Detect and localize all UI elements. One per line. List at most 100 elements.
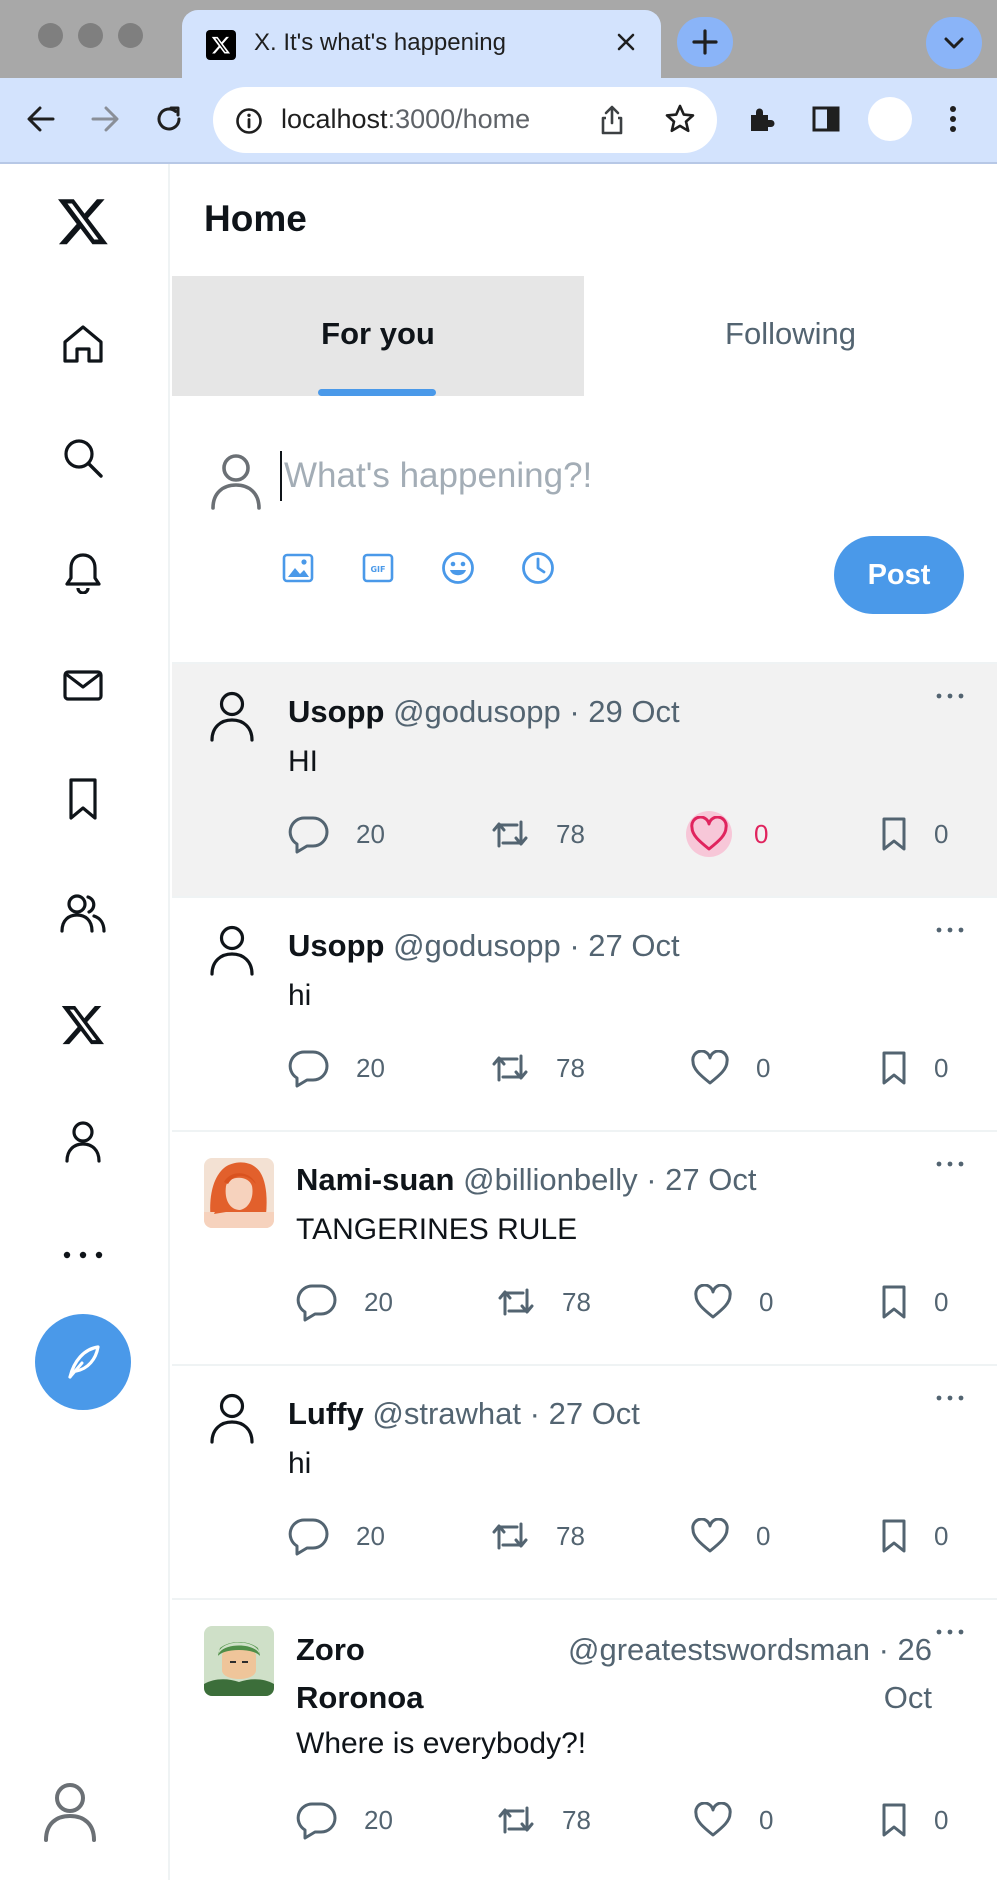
- sidebar-item-messages[interactable]: [53, 655, 113, 715]
- bookmark-button[interactable]: 0: [880, 812, 948, 856]
- browser-menu-button[interactable]: [933, 99, 973, 139]
- sidebar-item-more[interactable]: [53, 1225, 113, 1285]
- sidebar-item-explore[interactable]: [53, 428, 113, 488]
- repost-icon: [498, 1288, 534, 1316]
- add-media-button[interactable]: [278, 548, 318, 588]
- like-button[interactable]: 0: [690, 1046, 770, 1090]
- repost-button[interactable]: 78: [496, 1798, 591, 1842]
- repost-button[interactable]: 78: [490, 1514, 585, 1558]
- repost-button[interactable]: 78: [490, 1046, 585, 1090]
- bookmark-button[interactable]: 0: [880, 1514, 948, 1558]
- sidebar-item-notifications[interactable]: [53, 542, 113, 602]
- star-icon[interactable]: [664, 103, 696, 135]
- bookmark-button[interactable]: 0: [880, 1798, 948, 1842]
- tweet-more-button[interactable]: [933, 1622, 967, 1642]
- tweet-more-button[interactable]: [933, 920, 967, 940]
- tweet-author-name[interactable]: Zoro Roronoa: [296, 1626, 423, 1722]
- tweet-avatar[interactable]: [208, 690, 256, 747]
- sidebar-item-premium[interactable]: [53, 997, 113, 1057]
- tweet-avatar[interactable]: [208, 1392, 256, 1449]
- tweet-text: TANGERINES RULE: [296, 1213, 578, 1246]
- like-button[interactable]: 0: [693, 1798, 773, 1842]
- more-horizontal-icon: [936, 927, 964, 933]
- post-button[interactable]: Post: [834, 536, 964, 614]
- tweet[interactable]: Luffy @strawhat · 27 Oct hi 20 78 0 0: [172, 1366, 997, 1600]
- tweet-handle-date[interactable]: @greatestswordsman · 26 Oct: [512, 1626, 932, 1722]
- bookmark-button[interactable]: 0: [880, 1046, 948, 1090]
- extensions-button[interactable]: [742, 99, 782, 139]
- tweet-handle[interactable]: @billionbelly: [463, 1162, 638, 1197]
- bookmark-icon: [882, 1051, 906, 1085]
- info-icon[interactable]: [235, 107, 263, 135]
- sidebar-item-profile[interactable]: [53, 1111, 113, 1171]
- window-minimize-dot[interactable]: [78, 23, 103, 48]
- tweet-text: Where is everybody?!: [296, 1727, 587, 1760]
- sidebar-item-communities[interactable]: [53, 883, 113, 943]
- tweet-author-name[interactable]: Nami-suan: [296, 1162, 454, 1197]
- user-avatar-icon: [44, 1783, 96, 1842]
- tweet-date[interactable]: 27 Oct: [665, 1162, 756, 1197]
- bookmark-button[interactable]: 0: [880, 1280, 948, 1324]
- browser-tab[interactable]: X. It's what's happening: [182, 10, 661, 78]
- compose-input[interactable]: [280, 451, 840, 501]
- tab-following[interactable]: Following: [584, 276, 997, 396]
- tweet-avatar[interactable]: [208, 924, 256, 981]
- tweet-date[interactable]: 27 Oct: [549, 1396, 640, 1431]
- x-logo-icon[interactable]: [53, 194, 113, 254]
- reply-button[interactable]: 20: [296, 1798, 393, 1842]
- add-emoji-button[interactable]: [438, 548, 478, 588]
- share-icon[interactable]: [599, 104, 625, 136]
- tweet[interactable]: Usopp @godusopp · 27 Oct hi 20 78 0 0: [172, 898, 997, 1132]
- side-panel-button[interactable]: [806, 99, 846, 139]
- tweet-more-button[interactable]: [933, 1154, 967, 1174]
- window-close-dot[interactable]: [38, 23, 63, 48]
- tab-for-you[interactable]: For you: [172, 276, 584, 396]
- composer-avatar: [208, 451, 264, 516]
- tweet-date[interactable]: 27 Oct: [588, 928, 679, 963]
- timeline-tabs: For you Following: [172, 276, 997, 396]
- like-button[interactable]: 0: [690, 1514, 770, 1558]
- account-switcher-avatar[interactable]: [40, 1780, 100, 1849]
- add-gif-button[interactable]: GIF: [358, 548, 398, 588]
- repost-button[interactable]: 78: [496, 1280, 591, 1324]
- tweet[interactable]: Zoro Roronoa @greatestswordsman · 26 Oct W…: [172, 1600, 997, 1880]
- like-button[interactable]: 0: [693, 1280, 773, 1324]
- compose-post-button[interactable]: [35, 1314, 131, 1410]
- tweet-handle[interactable]: @strawhat: [372, 1396, 521, 1431]
- repost-button[interactable]: 78: [490, 812, 585, 856]
- address-bar[interactable]: localhost:3000/home: [213, 87, 717, 153]
- tweet-author-name[interactable]: Usopp: [288, 694, 384, 729]
- tweet[interactable]: Usopp @godusopp · 29 Oct HI 20 78 0 0: [172, 664, 997, 898]
- reload-button[interactable]: [149, 99, 189, 139]
- reply-button[interactable]: 20: [296, 1280, 393, 1324]
- reply-button[interactable]: 20: [288, 812, 385, 856]
- post-composer: GIF Post: [172, 396, 997, 664]
- tweet-handle[interactable]: @godusopp: [393, 694, 561, 729]
- reply-button[interactable]: 20: [288, 1046, 385, 1090]
- tweet-more-button[interactable]: [933, 1388, 967, 1408]
- close-icon[interactable]: [611, 27, 641, 57]
- bookmark-count: 0: [934, 1052, 949, 1083]
- window-zoom-dot[interactable]: [118, 23, 143, 48]
- tweet-author-name[interactable]: Luffy: [288, 1396, 364, 1431]
- tweet-more-button[interactable]: [933, 686, 967, 706]
- schedule-post-button[interactable]: [518, 548, 558, 588]
- new-tab-button[interactable]: [677, 17, 733, 67]
- emoji-icon: [442, 552, 474, 584]
- tweet-avatar-photo[interactable]: [204, 1626, 274, 1696]
- tweet-avatar-photo[interactable]: [204, 1158, 274, 1228]
- tweet-handle[interactable]: @godusopp: [393, 928, 561, 963]
- reply-button[interactable]: 20: [288, 1514, 385, 1558]
- tweet[interactable]: Nami-suan @billionbelly · 27 Oct TANGERI…: [172, 1132, 997, 1366]
- arrow-right-icon: [91, 106, 119, 132]
- tweet-date[interactable]: 29 Oct: [588, 694, 679, 729]
- sidebar-nav: [0, 164, 170, 1880]
- tab-search-button[interactable]: [926, 17, 982, 69]
- forward-button[interactable]: [85, 99, 125, 139]
- sidebar-item-home[interactable]: [53, 314, 113, 374]
- back-button[interactable]: [21, 99, 61, 139]
- like-button[interactable]: 0: [686, 811, 768, 857]
- sidebar-item-bookmarks[interactable]: [53, 769, 113, 829]
- tweet-author-name[interactable]: Usopp: [288, 928, 384, 963]
- browser-profile-avatar[interactable]: [868, 97, 912, 141]
